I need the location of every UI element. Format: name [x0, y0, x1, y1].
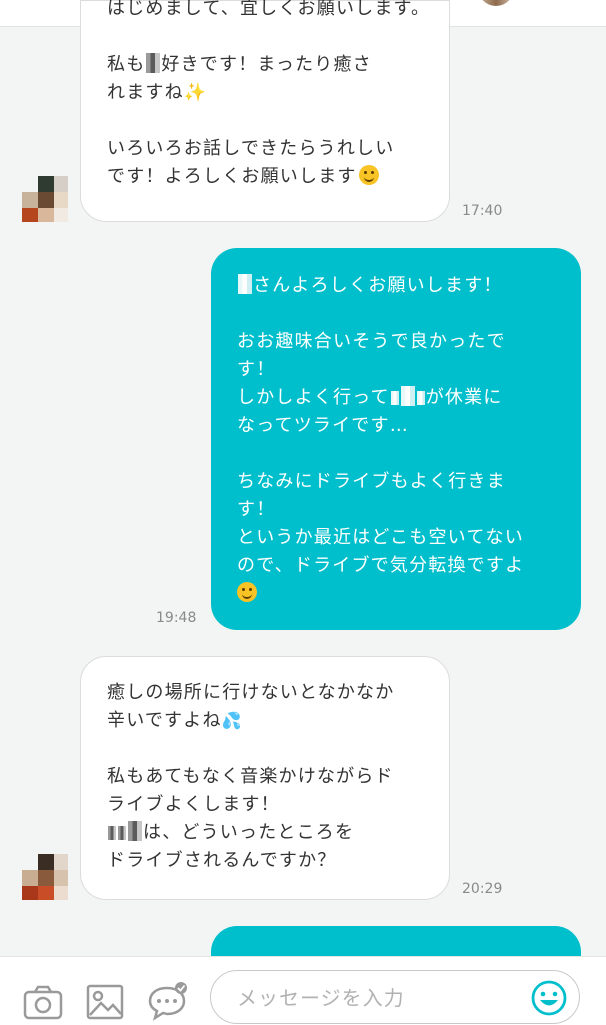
message-text: ドライブされるんですか？	[107, 850, 337, 871]
redacted-mosaic	[118, 826, 126, 840]
message-text: す！	[237, 359, 276, 380]
message-text: は、どういったところを	[107, 819, 449, 847]
redacted-mosaic	[390, 391, 399, 405]
camera-icon[interactable]	[22, 981, 64, 1023]
message-text: なってツライです…	[237, 415, 409, 436]
redacted-mosaic	[416, 391, 425, 405]
sparkles-emoji-icon: ✨	[183, 82, 208, 103]
redacted-mosaic	[400, 386, 415, 406]
message-text: おお趣味合いそうで良かったで	[237, 331, 506, 352]
partner-avatar[interactable]	[22, 854, 68, 900]
image-icon[interactable]	[84, 981, 126, 1023]
redacted-mosaic	[108, 826, 116, 840]
incoming-message-bubble: はじめまして、宜しくお願いします。 私も 好きです！まったり癒さ れますね✨ いろ…	[80, 0, 450, 222]
message-text: す！	[237, 499, 276, 520]
shushing-face-emoji-icon	[237, 582, 257, 602]
message-text: ライブよくします！	[107, 794, 280, 815]
redacted-mosaic	[146, 53, 161, 73]
message-text	[237, 580, 581, 608]
smiling-face-emoji-icon	[358, 165, 379, 185]
emoji-icon[interactable]	[529, 978, 569, 1018]
partner-avatar[interactable]	[22, 176, 68, 222]
message-text: 辛いですよね💦	[107, 710, 243, 731]
redacted-mosaic	[128, 821, 142, 841]
message-text: れますね✨	[107, 82, 208, 103]
chat-bubble-icon[interactable]	[146, 981, 188, 1023]
message-text: ので、ドライブで気分転換ですよ	[237, 555, 525, 576]
sweat-droplets-emoji-icon: 💦	[221, 711, 243, 730]
redacted-mosaic	[238, 274, 252, 294]
partner-avatar-top[interactable]	[478, 0, 514, 6]
message-text: 私も 好きです！まったり癒さ	[107, 53, 372, 75]
message-text: 癒しの場所に行けないとなかなか	[107, 682, 395, 703]
message-text: 私もあてもなく音楽かけながらド	[107, 766, 394, 787]
message-text: はじめまして、宜しくお願いします。	[107, 0, 431, 19]
message-text: しかしよく行って が休業に	[237, 386, 503, 408]
message-input[interactable]	[235, 979, 509, 1017]
message-text: というか最近はどこも空いてない	[237, 527, 524, 548]
incoming-message-bubble: 癒しの場所に行けないとなかなか 辛いですよね💦 私もあてもなく音楽かけながらド …	[80, 656, 450, 900]
message-input-box[interactable]	[210, 970, 580, 1024]
message-text: です！よろしくお願いします	[107, 163, 449, 191]
message-timestamp: 20:29	[462, 881, 503, 897]
message-timestamp: 19:48	[156, 610, 197, 626]
outgoing-message-bubble: さんよろしくお願いします！ おお趣味合いそうで良かったで す！ しかしよく行って…	[211, 248, 581, 630]
message-text: さんよろしくお願いします！	[237, 272, 581, 300]
message-text: いろいろお話しできたらうれしい	[107, 138, 395, 159]
message-text: ちなみにドライブもよく行きま	[237, 471, 506, 492]
message-timestamp: 17:40	[462, 203, 503, 219]
